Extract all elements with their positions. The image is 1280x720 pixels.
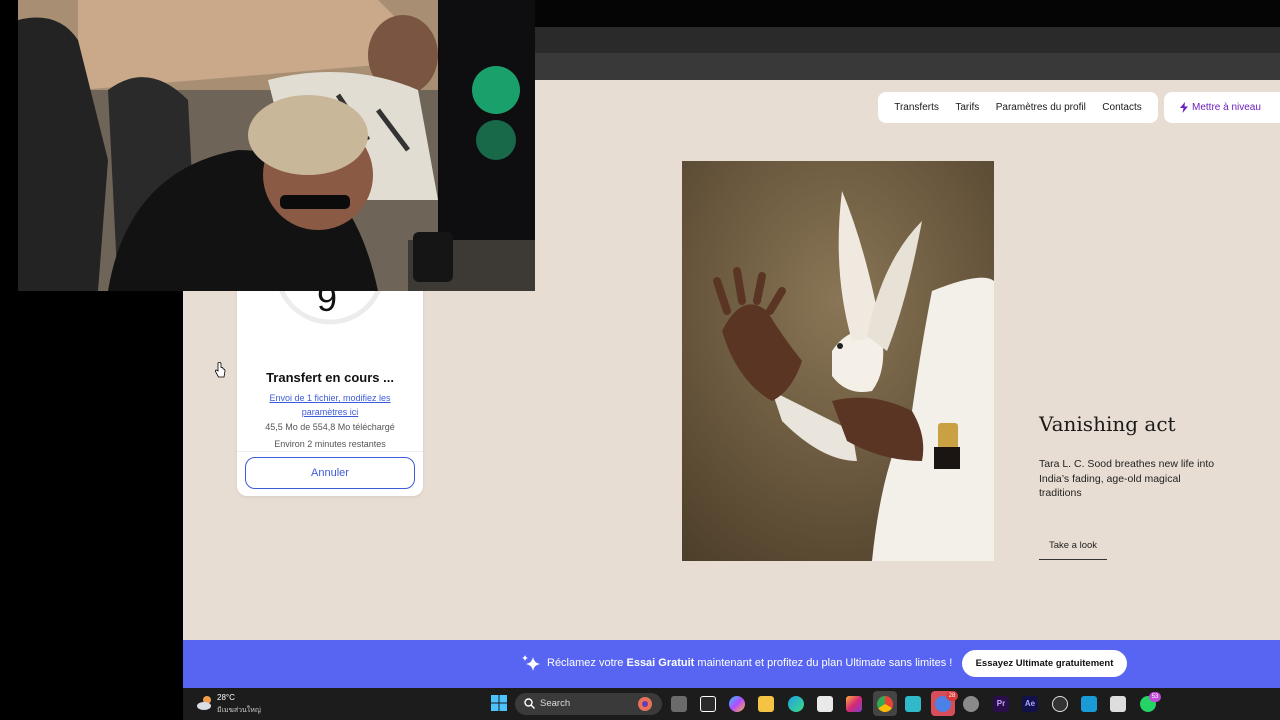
time-remaining-text: Environ 2 minutes restantes <box>274 439 386 449</box>
try-ultimate-button[interactable]: Essayez Ultimate gratuitement <box>962 650 1127 677</box>
search-highlight-icon <box>638 697 652 711</box>
after-effects-icon[interactable]: Ae <box>1022 696 1038 712</box>
card-divider <box>237 451 423 452</box>
notepad-icon[interactable] <box>905 696 921 712</box>
sparkle-icon <box>522 655 540 671</box>
transfer-settings-link[interactable]: Envoi de 1 fichier, modifiez les paramèt… <box>257 391 403 419</box>
app-badge: 28 <box>946 691 958 701</box>
copilot-icon[interactable] <box>729 696 745 712</box>
upload-progress-text: 45,5 Mo de 554,8 Mo téléchargé <box>265 422 395 432</box>
weather-temperature: 28°C <box>217 693 235 702</box>
lightning-icon <box>1180 102 1188 113</box>
webcam-overlay <box>18 0 535 291</box>
search-placeholder: Search <box>540 698 571 709</box>
cancel-button[interactable]: Annuler <box>245 457 415 489</box>
file-explorer-icon[interactable] <box>758 696 774 712</box>
take-a-look-link[interactable]: Take a look <box>1039 540 1107 560</box>
weather-description: มีเมฆส่วนใหญ่ <box>217 707 261 714</box>
nav-contacts[interactable]: Contacts <box>1102 102 1141 113</box>
store-icon[interactable] <box>817 696 833 712</box>
upgrade-button[interactable]: Mettre à niveau <box>1164 92 1280 123</box>
article-photo[interactable] <box>682 161 994 561</box>
chatgpt-icon[interactable] <box>1052 696 1068 712</box>
screen: Transferts Tarifs Paramètres du profil C… <box>0 0 1280 720</box>
windows-start-icon[interactable] <box>491 695 507 711</box>
weather-cloud-icon[interactable] <box>196 694 214 712</box>
transfer-card: 9 Transfert en cours ... Envoi de 1 fich… <box>237 213 423 496</box>
premiere-pro-icon[interactable]: Pr <box>993 696 1009 712</box>
transfer-title: Transfert en cours ... <box>266 370 394 385</box>
settings-gear-icon[interactable] <box>963 696 979 712</box>
hand-cursor-icon <box>214 362 226 378</box>
nav-transferts[interactable]: Transferts <box>894 102 939 113</box>
nav-profile-settings[interactable]: Paramètres du profil <box>996 102 1086 113</box>
search-icon <box>524 698 535 709</box>
promo-text-end: maintenant et profitez du plan Ultimate … <box>694 657 953 669</box>
capcut-icon[interactable] <box>700 696 716 712</box>
article-title: Vanishing act <box>1039 412 1176 436</box>
promo-text-start: Réclamez votre <box>547 657 627 669</box>
article-description: Tara L. C. Sood breathes new life into I… <box>1039 458 1215 499</box>
media-app-icon[interactable] <box>1110 696 1126 712</box>
instagram-icon[interactable] <box>846 696 862 712</box>
chrome-icon[interactable] <box>877 696 893 712</box>
edge-icon[interactable] <box>788 696 804 712</box>
promo-text: Réclamez votre Essai Gratuit maintenant … <box>547 657 952 669</box>
top-nav: Transferts Tarifs Paramètres du profil C… <box>878 92 1158 123</box>
task-view-icon[interactable] <box>671 696 687 712</box>
promo-text-bold: Essai Gratuit <box>626 657 695 669</box>
whatsapp-badge: 53 <box>1149 692 1161 702</box>
network-app-icon[interactable] <box>1081 696 1097 712</box>
upgrade-label: Mettre à niveau <box>1192 102 1261 113</box>
nav-tarifs[interactable]: Tarifs <box>955 102 979 113</box>
